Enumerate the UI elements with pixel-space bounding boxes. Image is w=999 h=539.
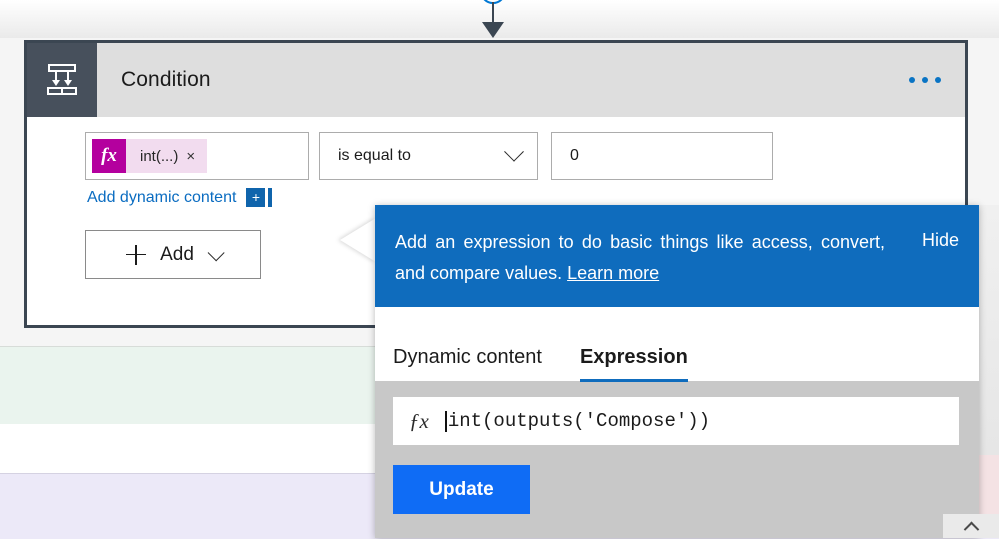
ellipsis-icon[interactable] <box>903 69 947 91</box>
close-icon[interactable]: × <box>186 148 207 165</box>
callout-beak <box>340 218 376 262</box>
expression-info-text: Add an expression to do basic things lik… <box>395 227 885 289</box>
chevron-up-icon <box>963 521 979 537</box>
condition-branch-icon <box>27 43 97 117</box>
plus-badge-icon[interactable]: + <box>246 188 266 207</box>
chevron-down-icon <box>207 243 225 261</box>
ellipsis-dot <box>922 77 928 83</box>
expression-input[interactable]: ƒx int(outputs('Compose')) <box>393 397 959 445</box>
plus-icon <box>126 244 147 265</box>
caret-bar <box>268 188 273 207</box>
arrow-head-icon <box>482 22 504 38</box>
ellipsis-dot <box>909 77 915 83</box>
condition-row: fx int(...) × is equal to 0 <box>85 132 773 180</box>
add-button-label: Add <box>160 243 194 265</box>
expression-info-banner: Add an expression to do basic things lik… <box>375 205 979 307</box>
insert-step-connector <box>470 0 518 40</box>
add-dynamic-content[interactable]: Add dynamic content + <box>87 188 273 207</box>
hide-button[interactable]: Hide <box>922 230 959 251</box>
condition-right-operand-value: 0 <box>570 147 579 164</box>
expression-token[interactable]: fx int(...) × <box>92 139 208 173</box>
condition-left-operand-field[interactable]: fx int(...) × <box>85 132 309 180</box>
tab-expression[interactable]: Expression <box>579 346 688 382</box>
text-cursor <box>444 410 447 432</box>
fx-icon: ƒx <box>409 408 429 433</box>
expression-token-label: int(...) <box>140 147 179 165</box>
canvas-right-strip <box>979 205 999 455</box>
condition-card-header: Condition <box>27 43 965 117</box>
expression-flyout: Add an expression to do basic things lik… <box>375 205 979 538</box>
add-dynamic-content-link[interactable]: Add dynamic content <box>87 189 236 207</box>
add-button[interactable]: Add <box>85 230 261 279</box>
tab-dynamic-content[interactable]: Dynamic content <box>393 346 542 381</box>
flyout-tabs: Dynamic content Expression <box>375 307 979 382</box>
condition-right-operand-field[interactable]: 0 <box>551 132 773 180</box>
learn-more-link[interactable]: Learn more <box>567 263 659 283</box>
chevron-down-icon <box>504 141 524 162</box>
canvas-right-pink-strip <box>979 455 999 514</box>
condition-operator-dropdown[interactable]: is equal to <box>319 132 538 180</box>
page-title: Condition <box>121 68 211 91</box>
collapse-panel-button[interactable] <box>943 514 999 538</box>
ellipsis-dot <box>935 77 941 83</box>
fx-icon: fx <box>92 139 126 173</box>
update-button[interactable]: Update <box>393 465 530 514</box>
expression-input-value: int(outputs('Compose')) <box>447 410 711 432</box>
expression-editor-area: ƒx int(outputs('Compose')) Update <box>375 381 979 538</box>
condition-operator-value: is equal to <box>338 147 411 164</box>
